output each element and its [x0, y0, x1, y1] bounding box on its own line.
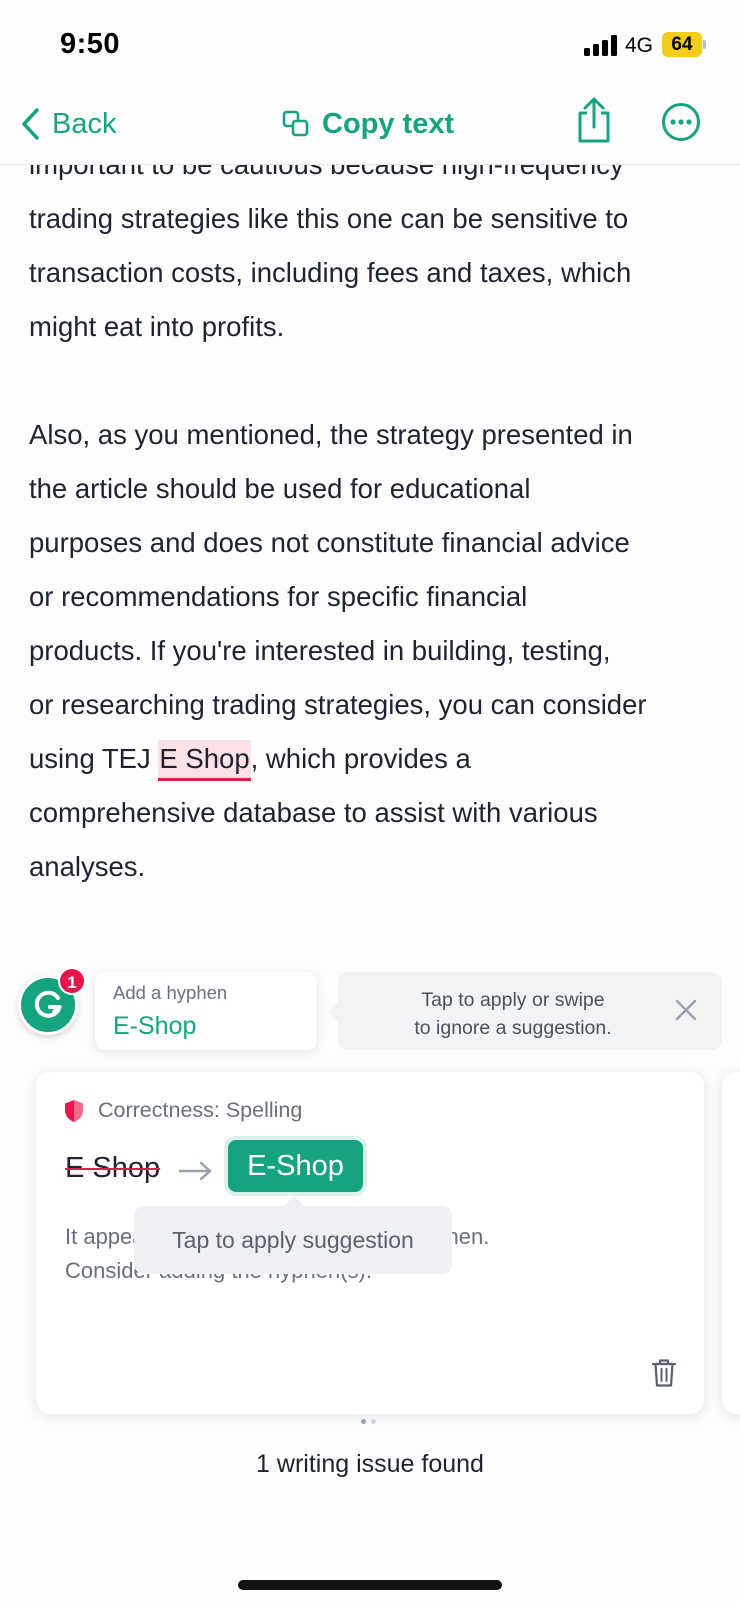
text-line-flagged: using TEJ E Shop, which provides a [29, 732, 719, 786]
more-icon [662, 103, 700, 141]
text-line: the article should be used for education… [29, 473, 531, 504]
close-icon [675, 999, 697, 1021]
issues-summary: 1 writing issue found [256, 1450, 484, 1478]
back-button[interactable]: Back [20, 104, 116, 144]
chevron-left-icon [22, 108, 39, 140]
arrow-right-icon [178, 1161, 212, 1181]
original-word: E Shop [65, 1152, 161, 1184]
text-line: transaction costs, including fees and ta… [29, 257, 632, 288]
shield-icon [65, 1099, 83, 1122]
copy-label: Copy text [322, 107, 455, 140]
app-screen: 9:50 4G 64 Back Copy text trading strate… [0, 0, 740, 1602]
text-line: products. If you're interested in buildi… [29, 635, 611, 666]
suggestion-chip[interactable]: Add a hyphen E-Shop [95, 972, 317, 1050]
apply-tooltip: Tap to apply suggestion [134, 1196, 452, 1274]
text-line: purposes and does not constitute financi… [29, 527, 630, 558]
suggestion-chip-title: Add a hyphen [113, 982, 228, 1003]
copy-icon [282, 110, 309, 137]
onboarding-tooltip: Tap to apply or swipe to ignore a sugges… [328, 972, 722, 1050]
share-icon [578, 97, 610, 143]
dismiss-button[interactable] [651, 1358, 677, 1388]
battery-icon: 64 [662, 32, 706, 57]
home-indicator[interactable] [238, 1580, 502, 1590]
battery-level: 64 [662, 32, 702, 57]
apply-suggestion-button[interactable]: E-Shop [228, 1140, 363, 1192]
text-line: might eat into profits. [29, 311, 285, 342]
text-line: or recommendations for specific financia… [29, 581, 528, 612]
share-button[interactable] [574, 96, 614, 144]
category-row: Correctness: Spelling [64, 1098, 302, 1123]
next-suggestion-card[interactable] [722, 1072, 740, 1414]
flagged-word[interactable]: E Shop [158, 740, 251, 781]
back-label: Back [52, 107, 117, 140]
tooltip-close-button[interactable] [673, 997, 699, 1023]
text-line: comprehensive database to assist with va… [29, 797, 598, 828]
status-time: 9:50 [60, 28, 121, 60]
text-segment: using TEJ [29, 743, 159, 774]
text-line: analyses. [29, 851, 146, 882]
grammarly-button[interactable]: 1 [18, 967, 86, 1037]
copy-text-button[interactable]: Copy text [282, 104, 454, 144]
more-options-button[interactable] [661, 102, 701, 142]
tooltip-text: Tap to apply or swipe to ignore a sugges… [414, 989, 612, 1039]
suggestion-card[interactable]: Correctness: Spelling E Shop E-Shop It a… [36, 1072, 704, 1414]
page-indicator [361, 1419, 381, 1424]
text-segment: , which provides a [250, 743, 471, 774]
text-line: Also, as you mentioned, the strategy pre… [29, 419, 633, 450]
document-text[interactable]: important to be cautious because high-fr… [29, 138, 719, 894]
status-bar: 9:50 4G 64 [0, 0, 740, 90]
text-line: or researching trading strategies, you c… [29, 689, 647, 720]
category-label: Correctness: Spelling [98, 1098, 303, 1122]
suggestion-chip-value: E-Shop [113, 1012, 197, 1040]
signal-icon [584, 34, 618, 56]
issue-count-badge: 1 [58, 967, 86, 995]
text-line: trading strategies like this one can be … [29, 203, 629, 234]
nav-bar: Back Copy text [0, 90, 740, 165]
trash-icon [651, 1359, 677, 1387]
network-label: 4G [625, 34, 654, 57]
